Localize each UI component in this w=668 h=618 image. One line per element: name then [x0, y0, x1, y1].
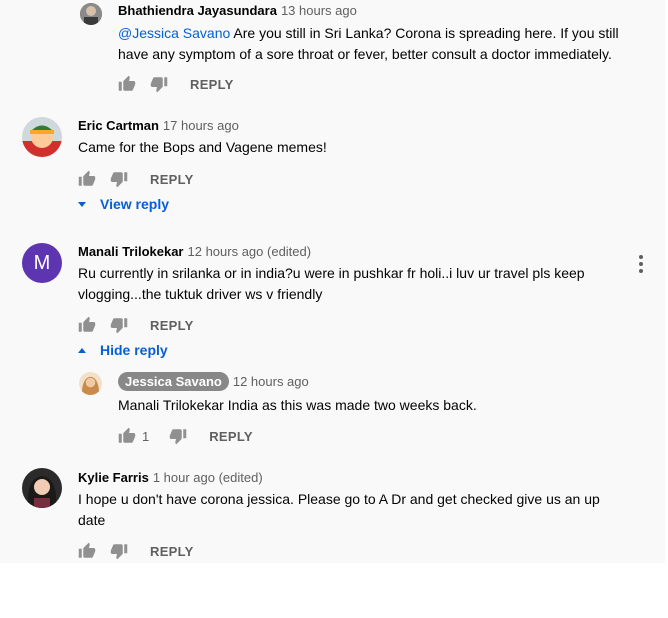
- comment-text: Manali Trilokekar India as this was made…: [118, 397, 477, 413]
- comment-text: Ru currently in srilanka or in india?u w…: [78, 263, 638, 305]
- thumb-down-icon[interactable]: [150, 75, 168, 93]
- hide-replies-toggle[interactable]: Hide reply: [78, 342, 168, 358]
- more-vert-icon[interactable]: [639, 255, 643, 276]
- comment-author[interactable]: Manali Trilokekar 12 hours ago (edited): [78, 244, 311, 259]
- comment-author[interactable]: Eric Cartman 17 hours ago: [78, 118, 239, 133]
- reply-button[interactable]: REPLY: [190, 77, 234, 92]
- comment-time[interactable]: 13 hours ago: [281, 3, 357, 18]
- toggle-label[interactable]: Hide reply: [100, 342, 168, 358]
- comment-text-line: I hope u don't have corona jessica. Plea…: [78, 491, 600, 507]
- comment-text-line: date: [78, 512, 106, 528]
- thumb-down-icon[interactable]: [110, 542, 128, 560]
- comment-text: @Jessica Savano Are you still in Sri Lan…: [118, 23, 658, 65]
- comment-author[interactable]: Kylie Farris 1 hour ago (edited): [78, 470, 263, 485]
- comment-author[interactable]: Jessica Savano 12 hours ago: [118, 372, 309, 391]
- thumb-down-icon[interactable]: [110, 316, 128, 334]
- comment-actions: REPLY: [78, 169, 194, 189]
- toggle-label[interactable]: View reply: [100, 196, 169, 212]
- channel-owner-badge[interactable]: Jessica Savano: [118, 372, 229, 391]
- reply-button[interactable]: REPLY: [150, 172, 194, 187]
- comment-actions: REPLY: [78, 315, 194, 335]
- thumb-up-icon[interactable]: [78, 316, 96, 334]
- avatar-letter: M: [33, 251, 51, 274]
- thumb-up-icon[interactable]: [78, 170, 96, 188]
- author-name[interactable]: Kylie Farris: [78, 470, 149, 485]
- thumb-up-icon[interactable]: [118, 427, 136, 445]
- comment-time[interactable]: 12 hours ago (edited): [188, 244, 312, 259]
- comment-actions: 1 REPLY: [118, 426, 253, 446]
- avatar[interactable]: M: [22, 243, 62, 283]
- reply-button[interactable]: REPLY: [209, 429, 253, 444]
- comment-text-line: vlogging...the tuktuk driver ws v friend…: [78, 286, 323, 302]
- view-replies-toggle[interactable]: View reply: [78, 196, 169, 212]
- reply-button[interactable]: REPLY: [150, 544, 194, 559]
- avatar[interactable]: [22, 117, 62, 157]
- thumb-up-icon[interactable]: [118, 75, 136, 93]
- comment-text-line: Ru currently in srilanka or in india?u w…: [78, 265, 585, 281]
- comment-text: I hope u don't have corona jessica. Plea…: [78, 489, 648, 531]
- avatar[interactable]: [79, 372, 102, 395]
- mention-link[interactable]: @Jessica Savano: [118, 25, 230, 41]
- comments-panel: Bhathiendra Jayasundara 13 hours ago @Jes…: [0, 0, 665, 563]
- author-name[interactable]: Eric Cartman: [78, 118, 159, 133]
- author-name[interactable]: Manali Trilokekar: [78, 244, 184, 259]
- comment-time[interactable]: 1 hour ago (edited): [153, 470, 263, 485]
- reply-button[interactable]: REPLY: [150, 318, 194, 333]
- thumb-up-icon[interactable]: [78, 542, 96, 560]
- thumb-down-icon[interactable]: [110, 170, 128, 188]
- comment-text-line: have any symptom of a sore throat or fev…: [118, 46, 612, 62]
- like-count: 1: [142, 428, 150, 444]
- comment-time[interactable]: 17 hours ago: [163, 118, 239, 133]
- comment-text: Came for the Bops and Vagene memes!: [78, 139, 327, 155]
- caret-up-icon[interactable]: [78, 347, 86, 353]
- avatar[interactable]: [22, 468, 62, 508]
- comment-actions: REPLY: [118, 74, 234, 94]
- avatar[interactable]: [80, 3, 102, 25]
- comment-actions: REPLY: [78, 541, 194, 561]
- author-name[interactable]: Bhathiendra Jayasundara: [118, 3, 277, 18]
- caret-down-icon[interactable]: [78, 201, 86, 207]
- comment-author[interactable]: Bhathiendra Jayasundara 13 hours ago: [118, 3, 357, 18]
- comment-time[interactable]: 12 hours ago: [233, 374, 309, 389]
- thumb-down-icon[interactable]: [169, 427, 187, 445]
- comment-text-line: Are you still in Sri Lanka? Corona is sp…: [230, 25, 619, 41]
